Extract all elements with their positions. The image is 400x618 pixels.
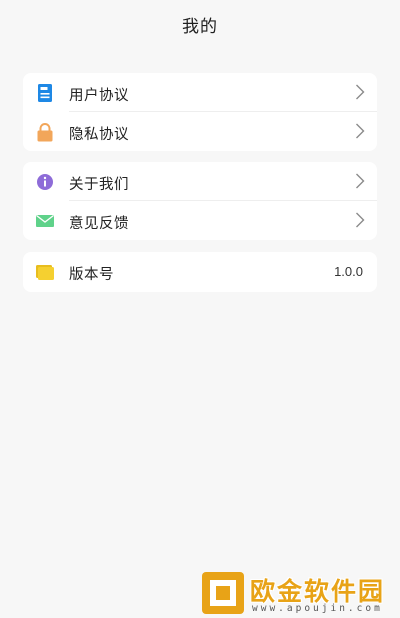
- watermark-logo-icon: [202, 572, 244, 614]
- menu-item-label: 隐私协议: [69, 127, 129, 143]
- settings-group-agreements: 用户协议 隐私协议: [23, 73, 377, 151]
- watermark-url: www.apoujin.com: [252, 603, 383, 614]
- page-title: 我的: [182, 17, 218, 36]
- document-icon: [38, 84, 52, 102]
- chevron-right-icon: [356, 212, 365, 228]
- mail-icon: [36, 214, 54, 227]
- menu-item-privacy-agreement[interactable]: 隐私协议: [23, 112, 377, 151]
- settings-group-about: 关于我们 意见反馈: [23, 162, 377, 240]
- menu-item-label: 用户协议: [69, 88, 129, 104]
- menu-item-version: 版本号 1.0.0: [23, 252, 377, 291]
- menu-item-label: 意见反馈: [69, 216, 129, 232]
- menu-item-label: 版本号: [69, 267, 114, 283]
- menu-item-about-us[interactable]: 关于我们: [23, 162, 377, 201]
- header-bar: 我的: [0, 0, 400, 46]
- menu-item-label: 关于我们: [69, 177, 129, 193]
- chevron-right-icon: [356, 173, 365, 189]
- menu-item-user-agreement[interactable]: 用户协议: [23, 73, 377, 112]
- menu-item-feedback[interactable]: 意见反馈: [23, 201, 377, 240]
- chevron-right-icon: [356, 123, 365, 139]
- folder-icon: [36, 265, 54, 280]
- lock-icon: [37, 123, 53, 142]
- watermark: 欧金软件园 www.apoujin.com: [200, 570, 400, 618]
- chevron-right-icon: [356, 84, 365, 100]
- info-icon: [37, 174, 53, 190]
- version-value: 1.0.0: [334, 264, 363, 279]
- settings-group-version: 版本号 1.0.0: [23, 252, 377, 292]
